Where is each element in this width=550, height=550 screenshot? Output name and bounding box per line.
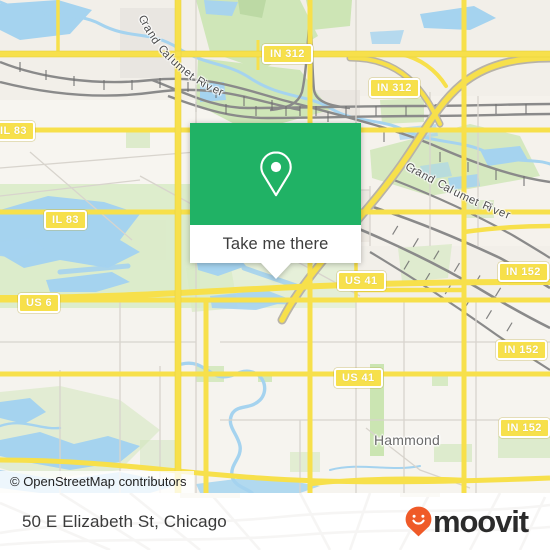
take-me-there-label: Take me there	[222, 234, 329, 253]
city-label-hammond: Hammond	[374, 432, 440, 448]
moovit-smiley-pin-icon	[405, 506, 432, 537]
footer-bar: 50 E Elizabeth St, Chicago moovit	[0, 493, 550, 550]
destination-popup-card[interactable]: Take me there	[190, 123, 361, 279]
osm-attribution[interactable]: © OpenStreetMap contributors	[0, 471, 194, 493]
shield-us-6[interactable]: US 6	[18, 293, 61, 313]
shield-us-41-south[interactable]: US 41	[334, 368, 383, 388]
shield-in-152-mid[interactable]: IN 152	[496, 340, 547, 360]
shield-us-41-north[interactable]: US 41	[337, 271, 386, 291]
shield-in-312-north[interactable]: IN 312	[262, 44, 313, 64]
popup-icon-area	[190, 123, 361, 225]
shield-il-83-west[interactable]: IL 83	[0, 121, 35, 141]
moovit-map-screenshot: Grand Calumet River Grand Calumet River …	[0, 0, 550, 550]
popup-action-area[interactable]: Take me there	[190, 225, 361, 263]
moovit-wordmark: moovit	[432, 504, 529, 539]
shield-in-312-east[interactable]: IN 312	[369, 78, 420, 98]
moovit-logo[interactable]: moovit	[405, 504, 529, 539]
map-pin-icon	[259, 151, 292, 197]
shield-il-83-south[interactable]: IL 83	[44, 210, 87, 230]
popup-pointer-tail	[260, 263, 291, 279]
address-text: 50 E Elizabeth St, Chicago	[22, 511, 227, 531]
shield-in-152-north[interactable]: IN 152	[498, 262, 549, 282]
map-canvas[interactable]: Grand Calumet River Grand Calumet River …	[0, 0, 550, 493]
shield-in-152-south[interactable]: IN 152	[499, 418, 550, 438]
